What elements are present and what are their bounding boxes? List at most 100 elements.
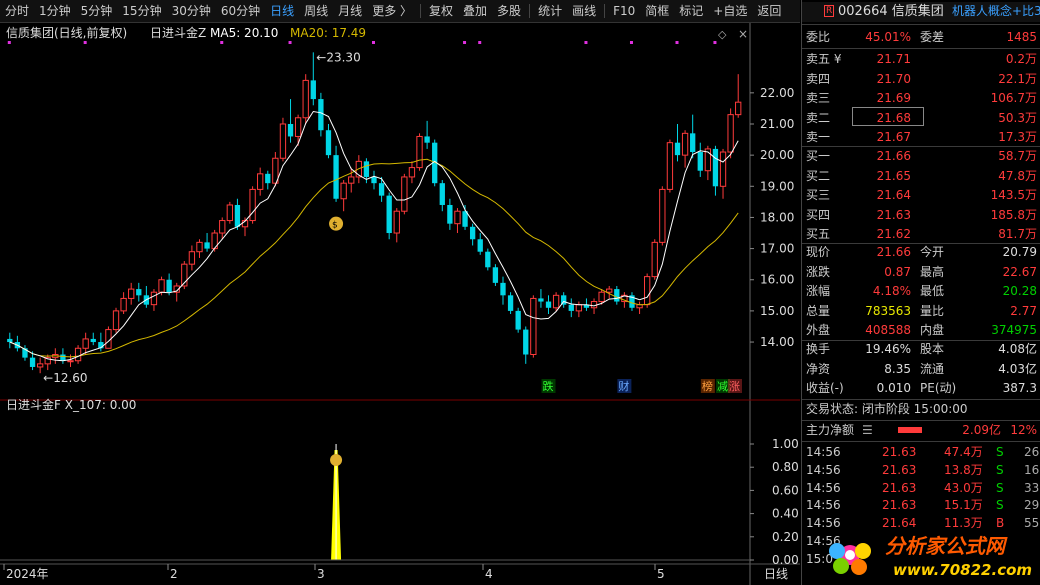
signal-dot xyxy=(478,41,482,44)
x-tick-label: 2024年 xyxy=(6,567,49,581)
indicator-tick-label: 1.00 xyxy=(772,437,799,451)
toolbar-button[interactable]: 15分钟 xyxy=(117,0,166,22)
toolbar-button[interactable]: 分时 xyxy=(0,0,34,22)
toolbar-button[interactable]: 60分钟 xyxy=(216,0,265,22)
signal-dot xyxy=(713,41,717,44)
candle-up xyxy=(120,297,127,312)
candle-up xyxy=(219,220,226,234)
candle-down xyxy=(386,195,392,234)
candle-up xyxy=(643,276,651,306)
candle-up xyxy=(226,204,233,222)
toolbar-separator xyxy=(420,4,422,18)
candle-up xyxy=(196,241,203,253)
candle-down xyxy=(568,304,574,311)
toolbar-button[interactable]: 30分钟 xyxy=(167,0,216,22)
candle-down xyxy=(371,176,377,184)
high-price-label: ←23.30 xyxy=(316,50,360,64)
signal-dot xyxy=(629,41,633,44)
candle-up xyxy=(249,188,256,222)
candle-up xyxy=(735,101,742,116)
indicator-name: 日进斗金Z xyxy=(150,25,206,40)
candle-down xyxy=(538,298,544,302)
ask-row[interactable]: 卖四 21.70 22.1万 xyxy=(802,70,1040,89)
candle-up xyxy=(128,288,135,299)
toolbar-button[interactable]: 复权 xyxy=(424,0,458,22)
toolbar-button[interactable]: 统计 xyxy=(533,0,567,22)
toolbar-button[interactable]: 返回 xyxy=(752,0,786,22)
toolbar-button[interactable]: 1分钟 xyxy=(34,0,76,22)
y-tick-label: 16.00 xyxy=(760,273,794,287)
candle-down xyxy=(545,301,552,308)
money-bag-icon xyxy=(330,454,343,466)
toolbar-button[interactable]: F10 xyxy=(608,0,640,22)
candle-down xyxy=(90,338,96,343)
main-flow-row[interactable]: 主力净额 ☰ 2.09亿 12% xyxy=(802,421,1040,440)
concept-label: 机器人概念+比3 xyxy=(952,4,1040,18)
signal-dot xyxy=(584,41,588,44)
indicator-tick-label: 0.00 xyxy=(772,553,799,567)
ma20-label: MA20: 17.49 xyxy=(290,26,366,40)
quote-panel: R 002664 信质集团 机器人概念+比3 委比 45.01% 委差 1485 卖… xyxy=(801,0,1040,585)
candle-up xyxy=(681,132,689,156)
stat-row: 换手 19.46% 股本 4.08亿 xyxy=(806,342,1037,356)
candle-down xyxy=(234,204,241,227)
y-tick-label: 21.00 xyxy=(760,117,794,131)
toolbar-button[interactable]: 标记 xyxy=(674,0,708,22)
candle-down xyxy=(265,173,271,184)
candle-up xyxy=(348,176,355,184)
y-tick-label: 18.00 xyxy=(760,210,794,224)
candle-down xyxy=(674,142,681,156)
candle-up xyxy=(36,363,44,368)
kline-chart[interactable]: 信质集团(日线,前复权) 日进斗金Z MA5: 20.10 MA20: 17.49 × ◇… xyxy=(0,23,800,585)
toolbar-button[interactable]: 5分钟 xyxy=(76,0,118,22)
candle-down xyxy=(204,242,210,249)
candle-up xyxy=(393,210,400,234)
tick-row: 14:56 21.63 15.1万 S 29 xyxy=(806,498,1040,513)
candle-up xyxy=(67,360,74,363)
ask-row[interactable]: 卖五 ¥ 21.71 0.2万 xyxy=(802,50,1040,69)
bid-row[interactable]: 买二 21.65 47.8万 xyxy=(802,167,1040,186)
toolbar-button[interactable]: 更多 〉 xyxy=(367,0,417,22)
candle-down xyxy=(485,251,491,268)
candle-up xyxy=(158,279,165,293)
x-tick-label: 3 xyxy=(317,567,325,581)
bid-row[interactable]: 买一 21.66 58.7万 xyxy=(802,147,1040,166)
indicator-tick-label: 0.80 xyxy=(772,460,799,474)
watermark-url: www.70822.com xyxy=(893,561,1032,579)
ask-row[interactable]: 卖三 21.69 106.7万 xyxy=(802,89,1040,108)
candle-down xyxy=(447,204,453,224)
bid-row[interactable]: 买五 21.62 81.7万 xyxy=(802,225,1040,244)
candle-down xyxy=(287,123,294,137)
signal-dot xyxy=(83,41,87,44)
candle-down xyxy=(492,267,499,283)
bid-row[interactable]: 买三 21.64 143.5万 xyxy=(802,186,1040,205)
y-tick-label: 14.00 xyxy=(760,335,794,349)
candle-down xyxy=(500,282,506,296)
candle-down xyxy=(469,226,476,240)
candle-down xyxy=(523,329,529,355)
toolbar-button[interactable]: 日线 xyxy=(265,0,299,22)
indicator-tick-label: 0.40 xyxy=(772,507,799,521)
candle-up xyxy=(416,135,423,169)
candle-up xyxy=(82,338,89,349)
toolbar-button[interactable]: 画线 xyxy=(567,0,601,22)
candle-down xyxy=(318,99,324,131)
ask-row[interactable]: 卖一 21.67 17.3万 xyxy=(802,128,1040,147)
candle-down xyxy=(333,155,339,199)
toolbar-button[interactable]: 周线 xyxy=(299,0,333,22)
candle-up xyxy=(666,142,674,190)
toolbar-button[interactable]: +自选 xyxy=(708,0,752,22)
signal-dot xyxy=(675,41,679,44)
toolbar-button[interactable]: 简框 xyxy=(640,0,674,22)
chart-title: 信质集团(日线,前复权) xyxy=(6,25,127,40)
bid-row[interactable]: 买四 21.63 185.8万 xyxy=(802,206,1040,225)
toolbar-button[interactable]: 叠加 xyxy=(458,0,492,22)
tick-row: 14:56 21.63 47.4万 S 26 xyxy=(806,445,1040,459)
toolbar-button[interactable]: 月线 xyxy=(333,0,367,22)
annotation-label: 榜 xyxy=(702,379,713,393)
list-icon[interactable]: ☰ xyxy=(862,421,873,440)
stat-row: 收益(-) 0.010 PE(动) 387.3 xyxy=(806,381,1037,395)
toolbar: 分时 1分钟 5分钟 15分钟 30分钟 60分钟 日线 周线 月线 更多 〉复权 叠加 多股 统计 画线… xyxy=(0,0,800,23)
candle-up xyxy=(651,241,658,278)
toolbar-button[interactable]: 多股 xyxy=(492,0,526,22)
